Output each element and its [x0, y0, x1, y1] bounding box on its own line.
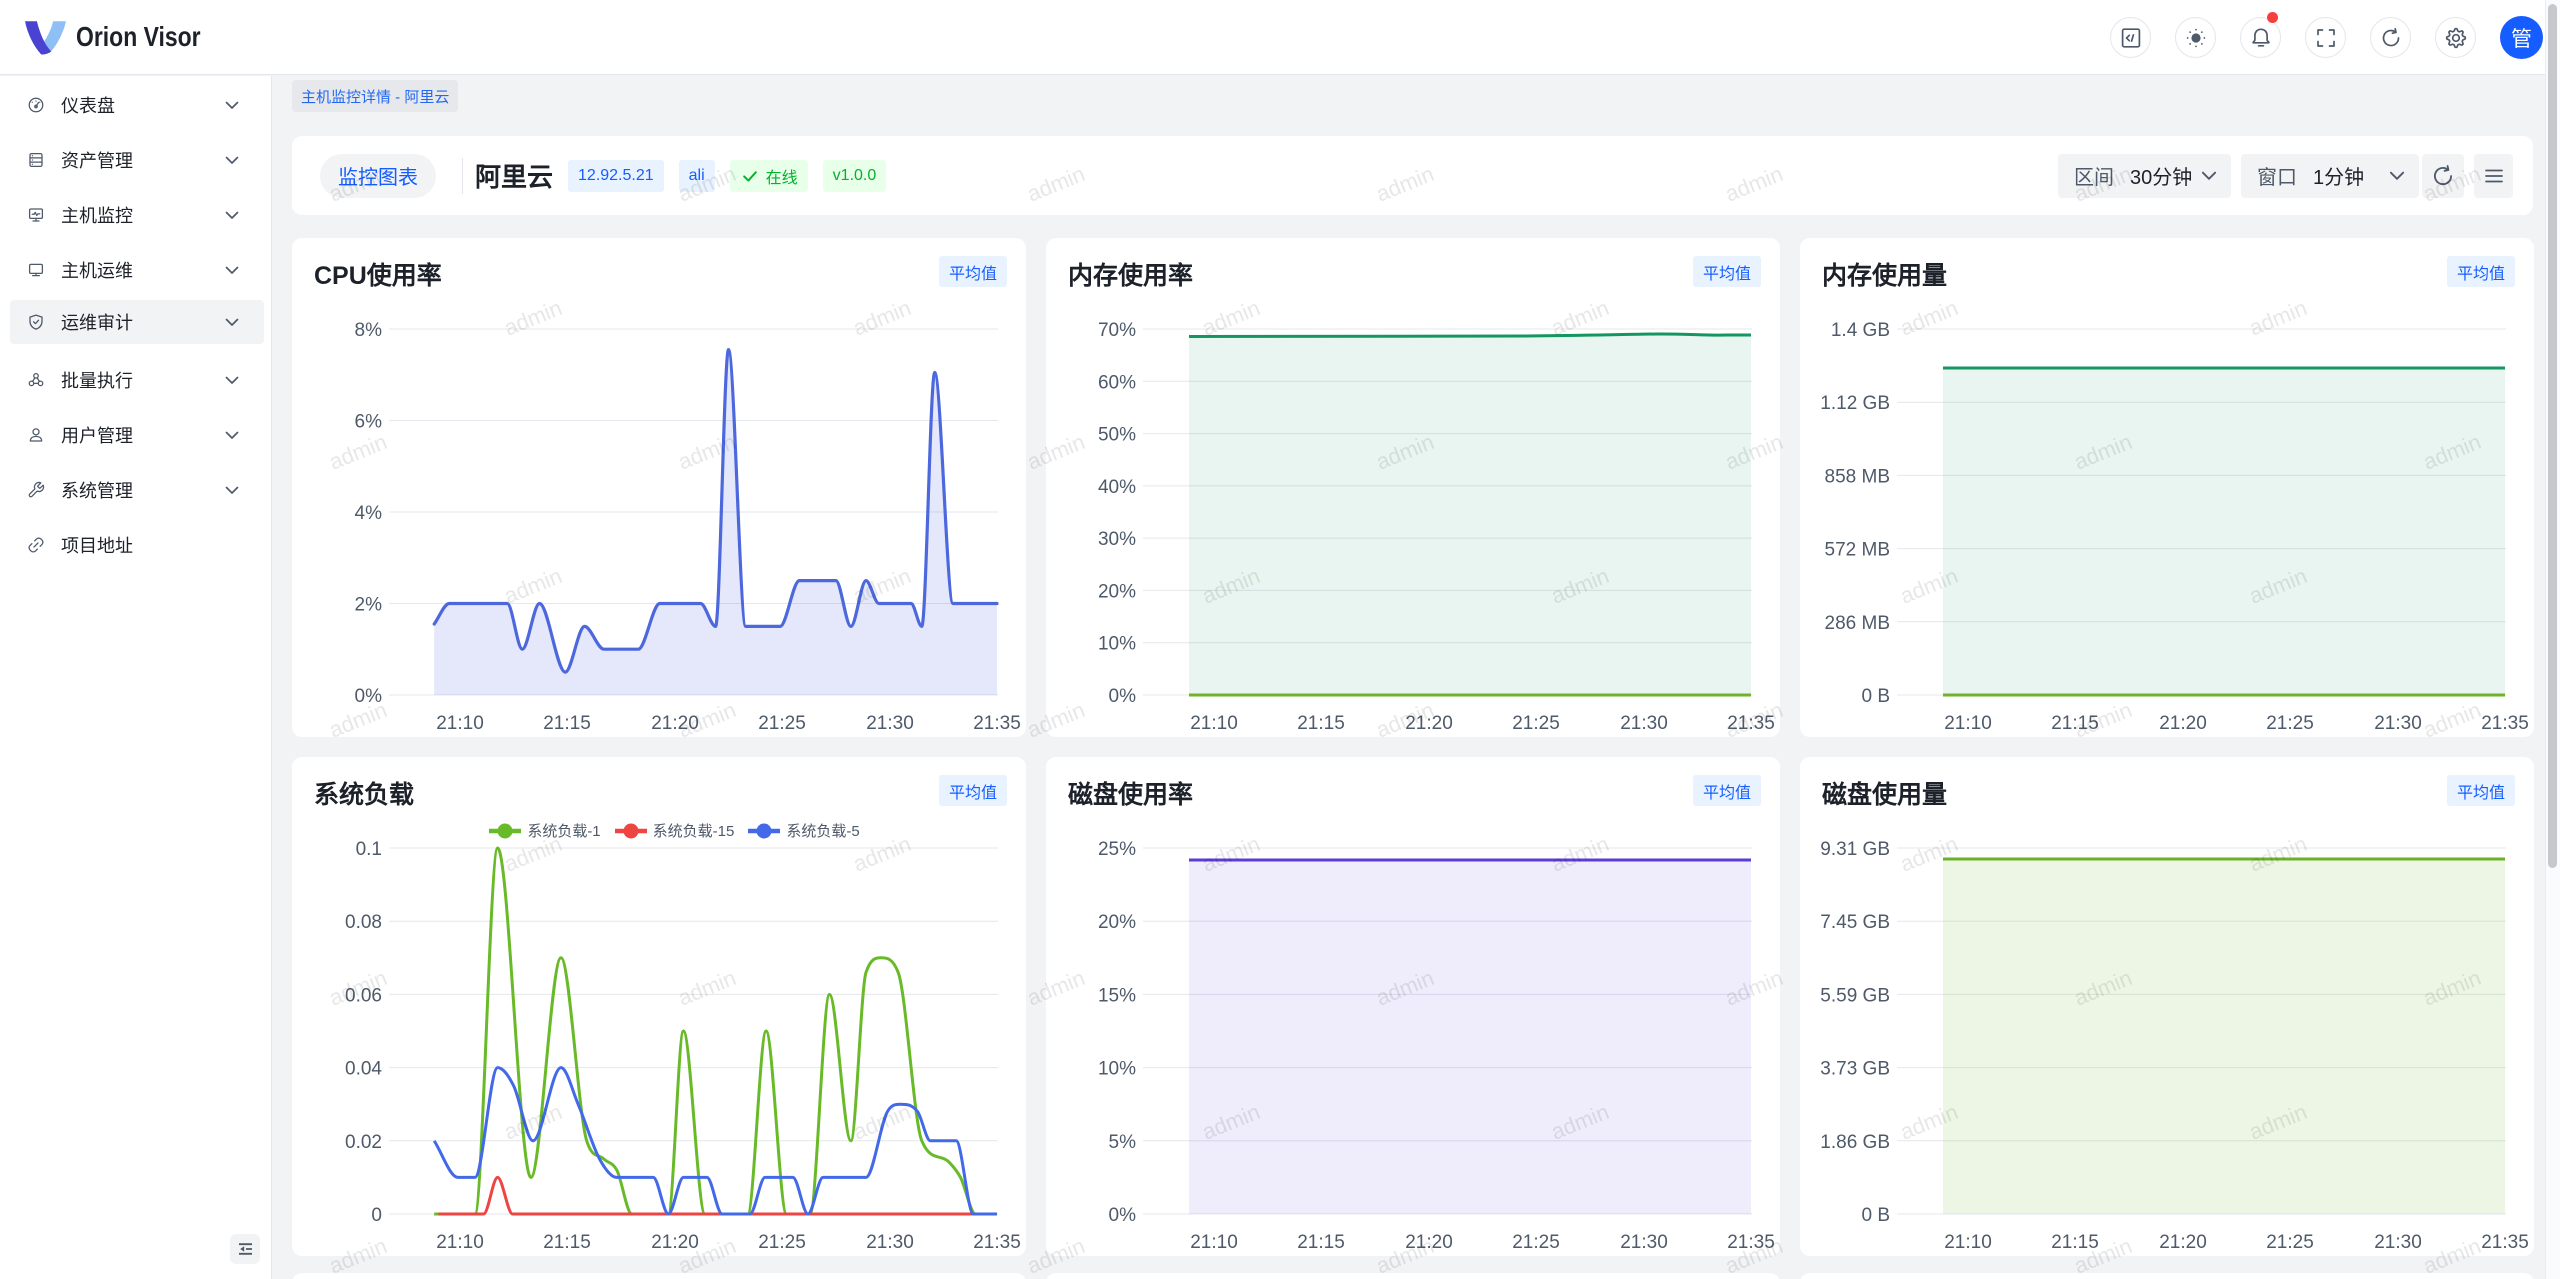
svg-text:70%: 70% [1098, 320, 1136, 341]
svg-text:21:20: 21:20 [2159, 1232, 2207, 1253]
svg-text:20%: 20% [1098, 912, 1136, 933]
svg-text:1.12 GB: 1.12 GB [1820, 393, 1890, 414]
svg-text:0%: 0% [1109, 686, 1137, 707]
svg-text:21:25: 21:25 [2266, 1232, 2314, 1253]
svg-text:7.45 GB: 7.45 GB [1820, 912, 1890, 933]
svg-text:0 B: 0 B [1861, 1205, 1890, 1226]
svg-text:21:10: 21:10 [1190, 1232, 1238, 1253]
svg-text:21:30: 21:30 [2374, 1232, 2422, 1253]
svg-text:21:10: 21:10 [1944, 1232, 1992, 1253]
svg-text:0%: 0% [355, 686, 383, 707]
svg-text:20%: 20% [1098, 581, 1136, 602]
svg-text:0: 0 [371, 1205, 382, 1226]
svg-text:1.86 GB: 1.86 GB [1820, 1132, 1890, 1153]
svg-text:21:20: 21:20 [651, 1232, 699, 1253]
svg-text:0.1: 0.1 [356, 839, 382, 860]
svg-text:21:25: 21:25 [758, 713, 806, 734]
svg-text:1.4 GB: 1.4 GB [1831, 320, 1890, 341]
svg-text:6%: 6% [355, 412, 383, 433]
svg-text:10%: 10% [1098, 1059, 1136, 1080]
svg-text:9.31 GB: 9.31 GB [1820, 839, 1890, 860]
svg-text:21:15: 21:15 [543, 1232, 591, 1253]
svg-text:5.59 GB: 5.59 GB [1820, 985, 1890, 1006]
svg-text:21:10: 21:10 [1944, 713, 1992, 734]
svg-text:572 MB: 572 MB [1825, 540, 1890, 561]
svg-text:21:30: 21:30 [1620, 1232, 1668, 1253]
svg-text:2%: 2% [355, 595, 383, 616]
svg-text:5%: 5% [1109, 1132, 1137, 1153]
svg-text:21:20: 21:20 [651, 713, 699, 734]
svg-text:3.73 GB: 3.73 GB [1820, 1059, 1890, 1080]
svg-text:21:35: 21:35 [973, 1232, 1021, 1253]
svg-text:50%: 50% [1098, 425, 1136, 446]
svg-text:0.04: 0.04 [345, 1059, 382, 1080]
svg-text:8%: 8% [355, 320, 383, 341]
svg-text:21:30: 21:30 [866, 713, 914, 734]
svg-text:21:15: 21:15 [1297, 1232, 1345, 1253]
svg-text:21:35: 21:35 [973, 713, 1021, 734]
svg-text:21:15: 21:15 [2051, 713, 2099, 734]
svg-text:10%: 10% [1098, 634, 1136, 655]
svg-text:0.08: 0.08 [345, 912, 382, 933]
svg-text:21:35: 21:35 [2481, 1232, 2529, 1253]
svg-text:21:10: 21:10 [1190, 713, 1238, 734]
svg-text:858 MB: 858 MB [1825, 466, 1890, 487]
svg-text:0.02: 0.02 [345, 1132, 382, 1153]
svg-text:21:20: 21:20 [1405, 1232, 1453, 1253]
svg-text:21:35: 21:35 [1727, 1232, 1775, 1253]
svg-text:21:15: 21:15 [543, 713, 591, 734]
svg-text:60%: 60% [1098, 372, 1136, 393]
svg-text:21:30: 21:30 [866, 1232, 914, 1253]
svg-text:21:15: 21:15 [1297, 713, 1345, 734]
svg-text:21:30: 21:30 [2374, 713, 2422, 734]
svg-text:21:20: 21:20 [1405, 713, 1453, 734]
svg-text:30%: 30% [1098, 529, 1136, 550]
svg-text:25%: 25% [1098, 839, 1136, 860]
svg-text:21:10: 21:10 [436, 1232, 484, 1253]
svg-text:21:30: 21:30 [1620, 713, 1668, 734]
svg-text:21:25: 21:25 [1512, 713, 1560, 734]
svg-text:21:10: 21:10 [436, 713, 484, 734]
svg-text:40%: 40% [1098, 477, 1136, 498]
svg-text:4%: 4% [355, 503, 383, 524]
svg-text:286 MB: 286 MB [1825, 613, 1890, 634]
svg-text:21:20: 21:20 [2159, 713, 2207, 734]
svg-text:21:25: 21:25 [1512, 1232, 1560, 1253]
svg-text:0%: 0% [1109, 1205, 1137, 1226]
svg-text:21:25: 21:25 [758, 1232, 806, 1253]
svg-text:0 B: 0 B [1861, 686, 1890, 707]
svg-text:21:35: 21:35 [1727, 713, 1775, 734]
svg-text:0.06: 0.06 [345, 985, 382, 1006]
svg-text:15%: 15% [1098, 985, 1136, 1006]
svg-text:21:35: 21:35 [2481, 713, 2529, 734]
svg-text:21:15: 21:15 [2051, 1232, 2099, 1253]
svg-text:21:25: 21:25 [2266, 713, 2314, 734]
